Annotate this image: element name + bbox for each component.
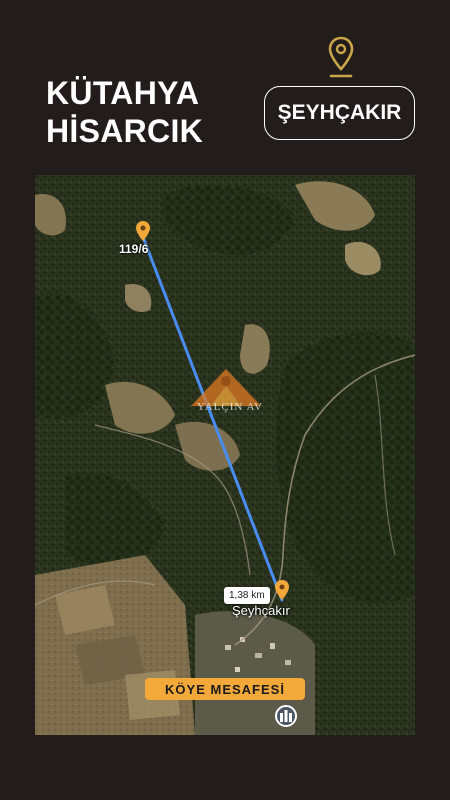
building-poi-icon[interactable] bbox=[275, 705, 297, 727]
distance-caption: KÖYE MESAFESİ bbox=[145, 678, 305, 700]
distance-badge: 1,38 km bbox=[224, 587, 270, 604]
location-pin-icon bbox=[328, 36, 354, 78]
village-name-badge: ŞEYHÇAKIR bbox=[264, 86, 415, 140]
title-district: HİSARCIK bbox=[46, 113, 204, 149]
page-title: KÜTAHYA HİSARCIK bbox=[46, 74, 203, 150]
title-city: KÜTAHYA bbox=[46, 75, 200, 111]
parcel-marker-icon[interactable] bbox=[136, 221, 150, 241]
parcel-label: 119/6 bbox=[119, 242, 149, 256]
satellite-map[interactable]: YALÇIN AV 119/6 1,38 km Şeyhçakır KÖYE M… bbox=[35, 175, 415, 735]
watermark-logo bbox=[191, 369, 261, 406]
village-marker-icon[interactable] bbox=[275, 580, 289, 600]
map-terrain bbox=[35, 175, 415, 735]
village-map-label: Şeyhçakır bbox=[232, 603, 290, 618]
watermark-text: YALÇIN AV bbox=[197, 401, 263, 413]
